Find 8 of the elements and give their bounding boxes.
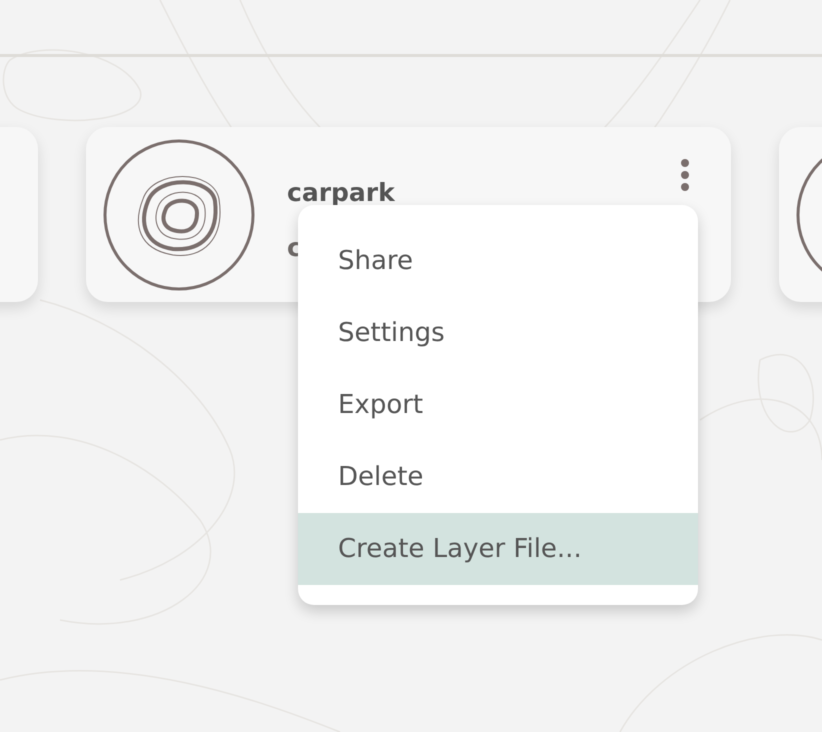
menu-item[interactable]: Settings (298, 297, 698, 369)
menu-item[interactable]: Export (298, 369, 698, 441)
contour-logo-icon (103, 138, 255, 290)
more-options-icon[interactable] (679, 157, 691, 193)
menu-item[interactable]: Delete (298, 441, 698, 513)
menu-item[interactable]: Create Layer File... (298, 513, 698, 585)
layer-title: carpark (287, 178, 395, 206)
menu-item[interactable]: Share (298, 225, 698, 297)
